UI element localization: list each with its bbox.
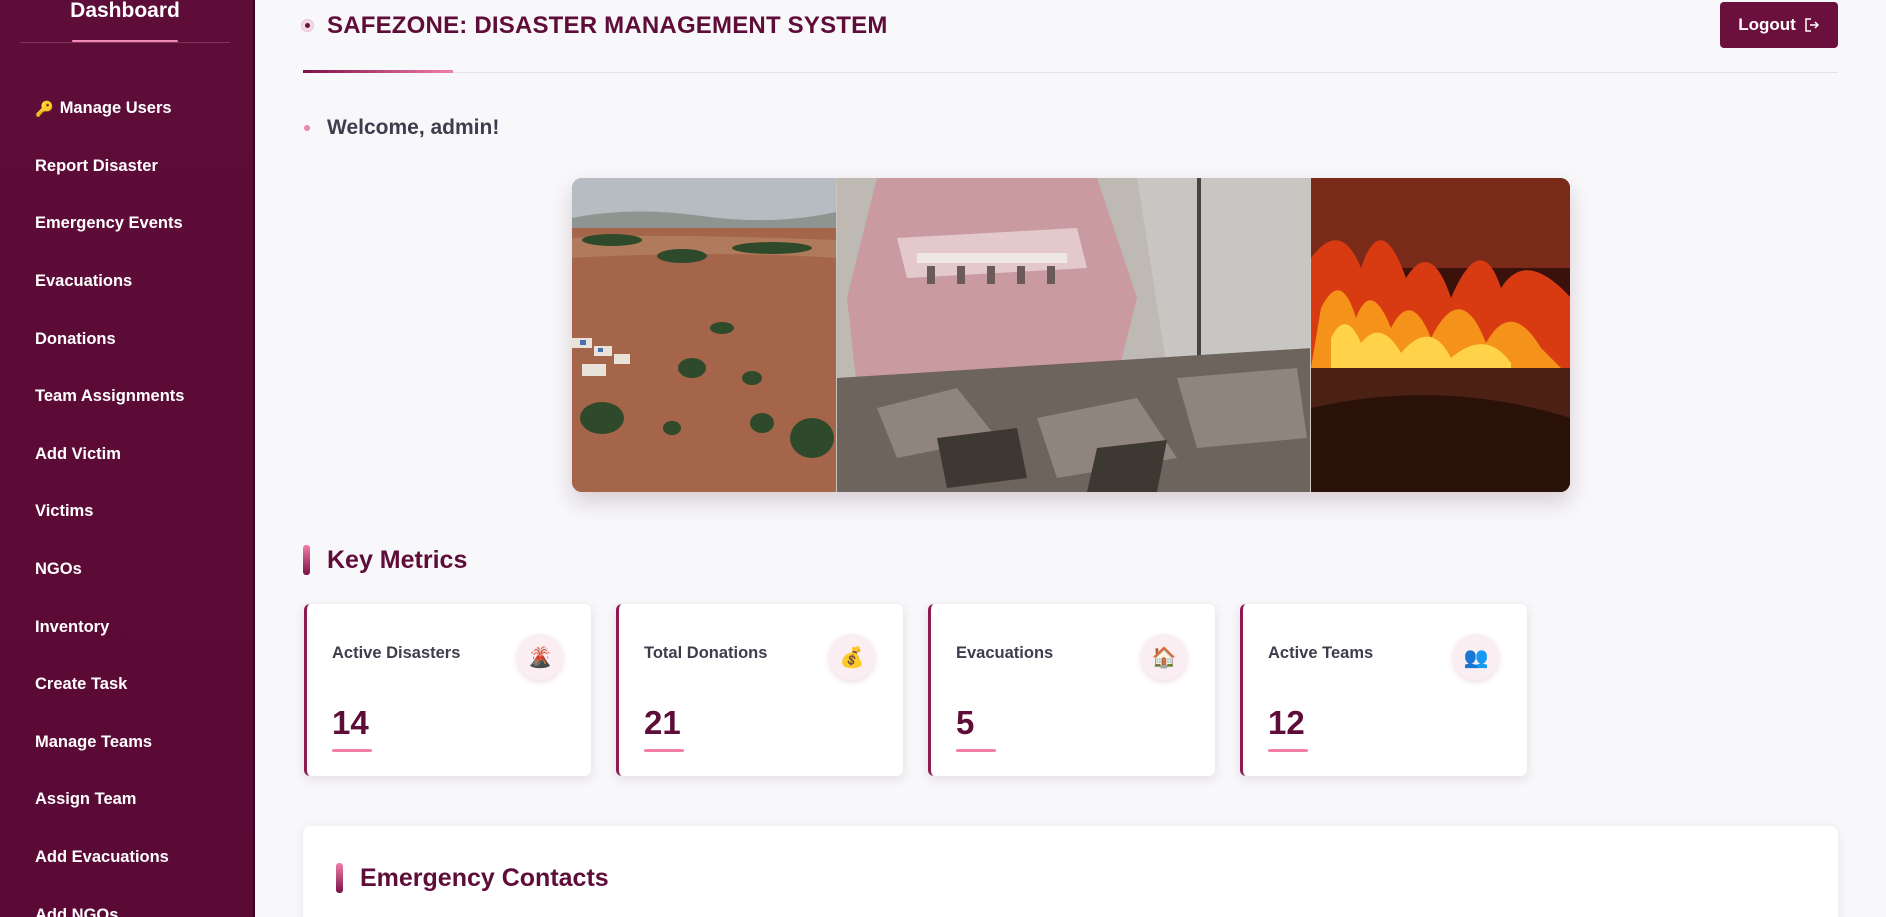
- sidebar-item-label: Add NGOs: [35, 905, 119, 917]
- earthquake-scene: [837, 178, 1310, 492]
- metric-underline: [1268, 749, 1308, 752]
- sidebar-item-add-ngos[interactable]: Add NGOs: [0, 886, 250, 917]
- emergency-contacts-section: Emergency Contacts: [303, 826, 1838, 917]
- sidebar-item-manage-teams[interactable]: Manage Teams: [0, 714, 250, 772]
- sidebar-item-label: NGOs: [35, 560, 82, 579]
- metric-card-active-disasters[interactable]: Active Disasters 🌋 14: [304, 604, 591, 776]
- header-divider: [303, 72, 1838, 73]
- sidebar-item-label: Donations: [35, 329, 116, 348]
- welcome-message: Welcome, admin!: [327, 116, 500, 139]
- sidebar-item-label: Evacuations: [35, 272, 133, 291]
- metric-value: 21: [644, 704, 681, 741]
- house-icon: 🏠: [1141, 634, 1187, 680]
- sidebar-title[interactable]: Dashboard: [0, 0, 250, 22]
- metric-card-evacuations[interactable]: Evacuations 🏠 5: [928, 604, 1215, 776]
- header-accent-bar: [303, 70, 453, 73]
- logout-icon: [1805, 18, 1819, 32]
- sidebar-item-label: Team Assignments: [35, 387, 185, 406]
- sidebar-item-label: Victims: [35, 502, 94, 521]
- sidebar-item-add-victim[interactable]: Add Victim: [0, 426, 250, 484]
- sidebar: Dashboard 🔑 Manage Users Report Disaster…: [0, 0, 255, 917]
- sidebar-item-label: Manage Users: [59, 99, 172, 118]
- sidebar-item-team-assignments[interactable]: Team Assignments: [0, 368, 250, 426]
- page-title: SAFEZONE: DISASTER MANAGEMENT SYSTEM: [327, 12, 888, 39]
- sidebar-item-evacuations[interactable]: Evacuations: [0, 253, 250, 311]
- earthquake-photo: [836, 178, 1310, 492]
- sidebar-item-label: Manage Teams: [35, 732, 153, 751]
- sidebar-item-assign-team[interactable]: Assign Team: [0, 771, 250, 829]
- metric-underline: [332, 749, 372, 752]
- wildfire-scene: [1311, 178, 1570, 492]
- sidebar-item-label: Add Evacuations: [35, 848, 169, 867]
- flood-photo: [572, 178, 836, 492]
- sidebar-item-create-task[interactable]: Create Task: [0, 656, 250, 714]
- metric-label: Active Teams: [1268, 644, 1374, 662]
- sidebar-item-add-evacuations[interactable]: Add Evacuations: [0, 829, 250, 887]
- people-icon: 👥: [1453, 634, 1499, 680]
- contacts-accent-bar: [336, 863, 343, 893]
- sidebar-item-label: Add Victim: [35, 444, 121, 463]
- metric-underline: [956, 749, 996, 752]
- sidebar-item-label: Report Disaster: [35, 156, 158, 175]
- sidebar-item-victims[interactable]: Victims: [0, 483, 250, 541]
- metric-card-total-donations[interactable]: Total Donations 💰 21: [616, 604, 903, 776]
- key-metrics-title: Key Metrics: [327, 546, 468, 574]
- metric-card-active-teams[interactable]: Active Teams 👥 12: [1240, 604, 1527, 776]
- welcome-bullet-icon: [304, 125, 310, 131]
- metric-value: 12: [1268, 704, 1305, 741]
- sidebar-item-label: Inventory: [35, 617, 110, 636]
- flood-scene: [572, 178, 836, 492]
- key-metrics-accent-bar: [303, 545, 310, 575]
- sidebar-item-inventory[interactable]: Inventory: [0, 598, 250, 656]
- metric-label: Evacuations: [956, 644, 1054, 662]
- metric-label: Total Donations: [644, 644, 768, 662]
- wildfire-photo: [1310, 178, 1570, 492]
- sidebar-item-report-disaster[interactable]: Report Disaster: [0, 138, 250, 196]
- header-bullet-icon: [301, 19, 314, 32]
- metric-underline: [644, 749, 684, 752]
- metric-label: Active Disasters: [332, 644, 461, 662]
- logout-button[interactable]: Logout: [1720, 2, 1838, 48]
- sidebar-item-label: Create Task: [35, 675, 128, 694]
- sidebar-nav: 🔑 Manage Users Report Disaster Emergency…: [0, 80, 250, 917]
- disaster-banner-image: [572, 178, 1570, 492]
- sidebar-item-ngos[interactable]: NGOs: [0, 541, 250, 599]
- sidebar-item-manage-users[interactable]: 🔑 Manage Users: [0, 80, 250, 138]
- sidebar-item-emergency-events[interactable]: Emergency Events: [0, 195, 250, 253]
- logout-label: Logout: [1738, 15, 1796, 34]
- money-bag-icon: 💰: [829, 634, 875, 680]
- sidebar-divider: [20, 42, 230, 43]
- sidebar-item-label: Emergency Events: [35, 214, 183, 233]
- key-icon: 🔑: [35, 100, 54, 118]
- emergency-contacts-title: Emergency Contacts: [360, 864, 609, 892]
- sidebar-item-donations[interactable]: Donations: [0, 310, 250, 368]
- sidebar-item-label: Assign Team: [35, 790, 137, 809]
- metric-value: 14: [332, 704, 369, 741]
- metric-value: 5: [956, 704, 975, 741]
- volcano-icon: 🌋: [517, 634, 563, 680]
